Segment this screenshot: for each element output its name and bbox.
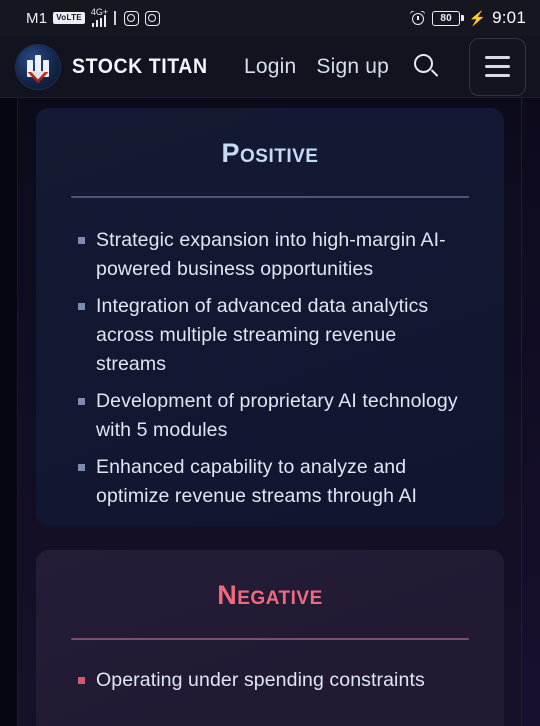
brand-home-link[interactable]: STOCK TITAN: [16, 44, 218, 89]
battery-icon: 80: [432, 10, 464, 26]
negative-bullet-list: Operating under spending constraints: [36, 640, 504, 695]
status-bar: M1 VoLTE 4G+ 80 ⚡ 9:01: [0, 0, 540, 36]
negative-card-title: Negative: [217, 580, 323, 610]
search-icon[interactable]: [411, 52, 441, 82]
positive-card: Positive Strategic expansion into high-m…: [36, 108, 504, 526]
login-link[interactable]: Login: [244, 55, 296, 79]
list-item: Operating under spending constraints: [70, 666, 470, 695]
positive-card-title: Positive: [221, 138, 319, 168]
status-divider: [114, 11, 116, 25]
status-bar-right: 80 ⚡ 9:01: [409, 8, 526, 28]
stock-titan-logo-icon: [16, 44, 60, 89]
signup-link[interactable]: Sign up: [316, 55, 389, 79]
brand-name: STOCK TITAN: [72, 54, 208, 78]
carrier-label: M1: [26, 9, 48, 27]
network-type-label: 4G+: [90, 6, 109, 17]
status-bar-left: M1 VoLTE 4G+: [26, 6, 160, 27]
battery-level-label: 80: [432, 10, 461, 26]
list-item: Development of proprietary AI technology…: [70, 387, 470, 445]
positive-bullet-list: Strategic expansion into high-margin AI-…: [36, 198, 504, 511]
header-nav: Login Sign up: [244, 37, 526, 96]
list-item: Integration of advanced data analytics a…: [70, 292, 470, 379]
right-rail-divider: [521, 98, 522, 726]
hamburger-menu-icon[interactable]: [469, 37, 526, 96]
battery-tip: [461, 15, 464, 21]
left-rail-divider: [17, 98, 18, 726]
app-screen: M1 VoLTE 4G+ 80 ⚡ 9:01 STOCK TITAN Login…: [0, 0, 540, 726]
page-content: Positive Strategic expansion into high-m…: [0, 98, 540, 726]
camera-icon-2: [144, 10, 160, 26]
site-header: STOCK TITAN Login Sign up: [0, 36, 540, 98]
list-item: Strategic expansion into high-margin AI-…: [70, 226, 470, 284]
alarm-clock-icon: [409, 9, 426, 26]
negative-card: Negative Operating under spending constr…: [36, 550, 504, 726]
charging-bolt-icon: ⚡: [468, 10, 487, 26]
signal-strength-icon: 4G+: [90, 6, 109, 27]
list-item: Enhanced capability to analyze and optim…: [70, 453, 470, 511]
clock-time: 9:01: [492, 8, 526, 27]
camera-icon-1: [123, 10, 139, 26]
volte-badge: VoLTE: [53, 12, 85, 24]
